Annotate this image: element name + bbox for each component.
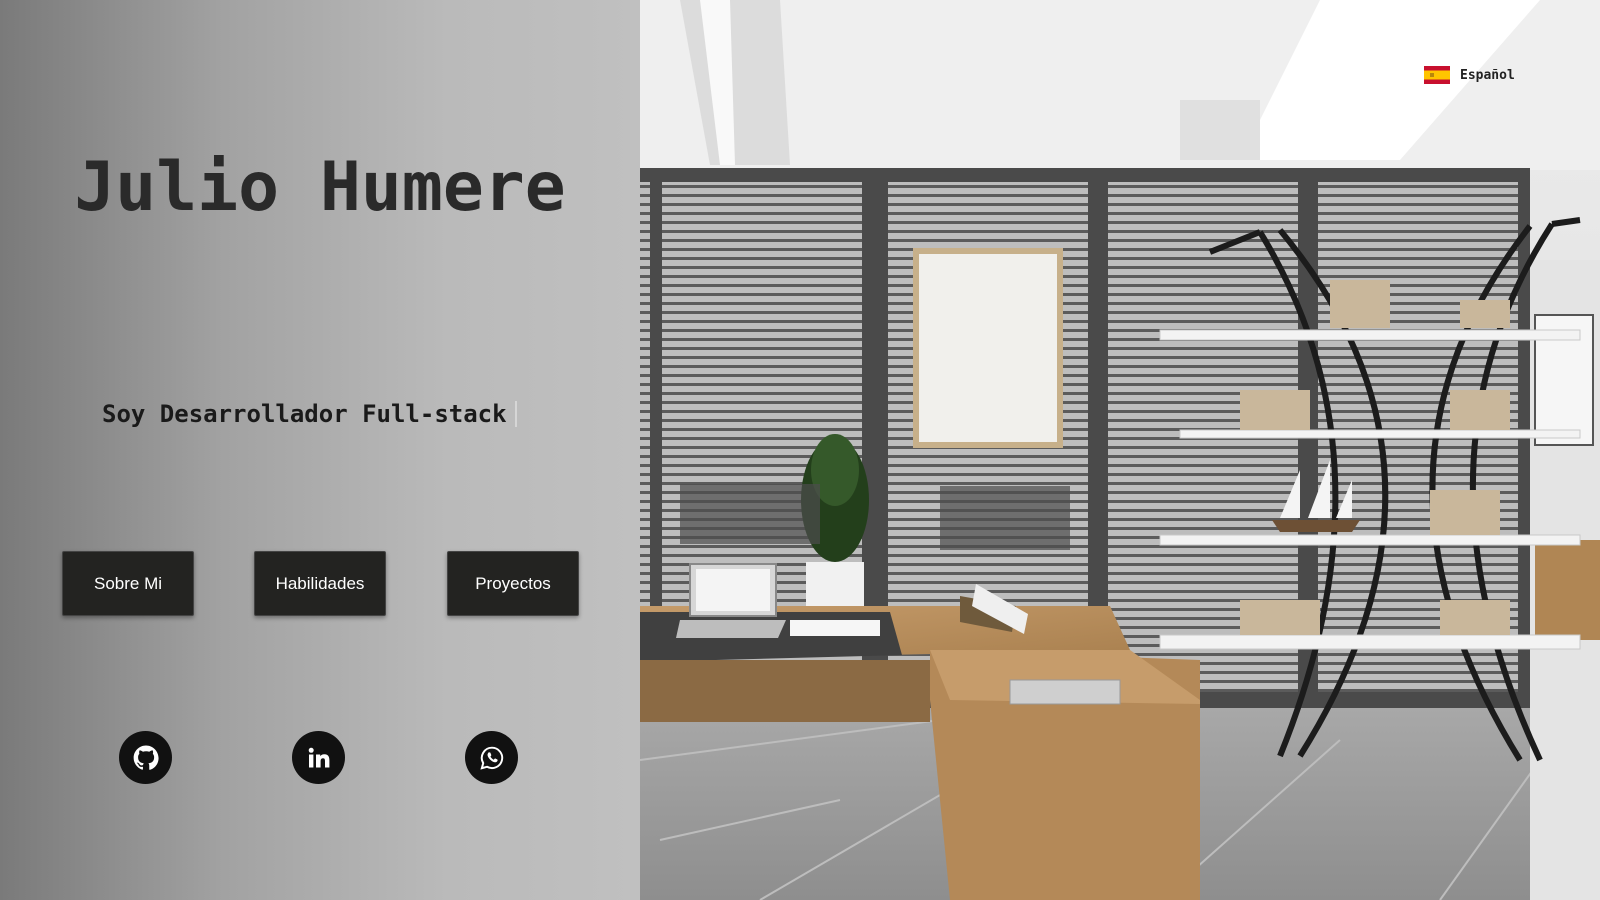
spain-flag-icon xyxy=(1424,66,1450,84)
hero-panel: Julio Humere Soy Desarrollador Full-stac… xyxy=(0,0,640,900)
linkedin-link[interactable] xyxy=(292,731,345,784)
whatsapp-icon xyxy=(479,746,503,770)
linkedin-icon xyxy=(308,747,329,767)
projects-button[interactable]: Proyectos xyxy=(447,551,579,616)
typing-caret xyxy=(514,401,517,427)
hero-tagline: Soy Desarrollador Full-stack xyxy=(102,400,507,428)
tagline-row: Soy Desarrollador Full-stack xyxy=(102,398,517,430)
whatsapp-link[interactable] xyxy=(465,731,518,784)
office-illustration xyxy=(640,0,1600,900)
hero-name: Julio Humere xyxy=(74,148,566,227)
github-link[interactable] xyxy=(119,731,172,784)
language-selector[interactable]: Español xyxy=(1424,66,1515,84)
language-label: Español xyxy=(1460,67,1515,83)
github-icon xyxy=(133,745,159,770)
about-button[interactable]: Sobre Mi xyxy=(62,551,194,616)
skills-button[interactable]: Habilidades xyxy=(254,551,386,616)
office-background-image xyxy=(640,0,1600,900)
